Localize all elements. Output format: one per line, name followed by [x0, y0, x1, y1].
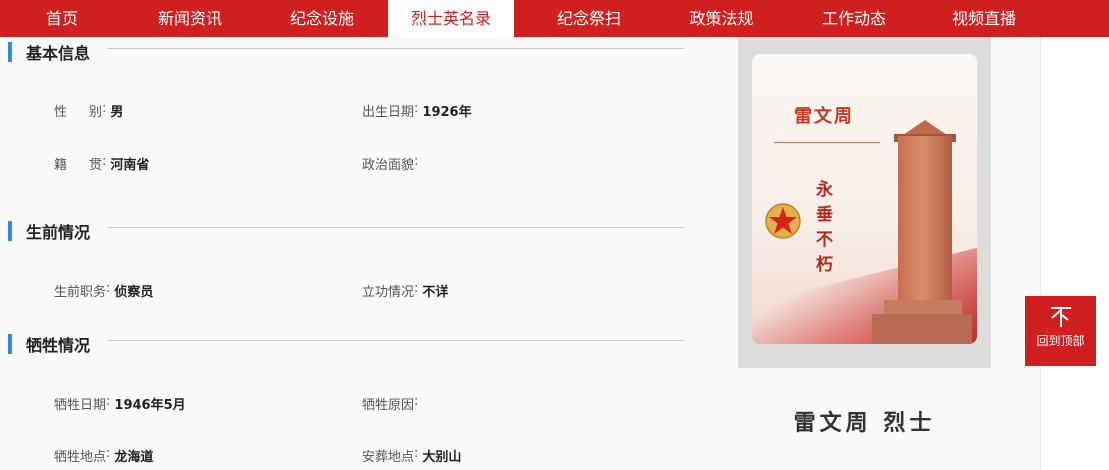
field-value: 1946年5月: [114, 398, 186, 413]
section-life-info: 生前情况: [8, 221, 91, 242]
nav-item-memorials[interactable]: 纪念设施: [256, 0, 388, 37]
nav-item-news[interactable]: 新闻资讯: [124, 0, 256, 37]
field-colon: :: [102, 154, 107, 169]
field-sacrifice-date: 牺牲日期: 1946年5月: [54, 394, 186, 413]
section-accent-bar: [8, 334, 12, 354]
field-sacrifice-cause: 牺牲原因:: [362, 394, 422, 413]
field-political-status: 政治面貌:: [362, 154, 422, 173]
section-basic-info: 基本信息: [8, 42, 91, 63]
nav-item-work[interactable]: 工作动态: [779, 0, 929, 37]
field-label: 牺牲地点: [54, 450, 107, 465]
section-accent-bar: [8, 42, 12, 62]
field-label: 政治面貌: [362, 158, 415, 173]
portrait-frame: 雷文周 永垂不朽: [738, 37, 991, 368]
section-sacrifice-info: 牺牲情况: [8, 334, 91, 355]
field-value: 男: [110, 105, 124, 120]
field-sacrifice-place: 牺牲地点: 龙海道: [54, 446, 153, 465]
field-label: 安葬地点: [362, 450, 415, 465]
field-label: 生前职务: [54, 285, 107, 300]
field-value: 侦察员: [114, 285, 154, 300]
nav-item-video[interactable]: 视频直播: [929, 0, 1039, 37]
nav-item-home[interactable]: 首页: [0, 0, 124, 37]
field-label: 牺牲日期: [54, 398, 107, 413]
top-navigation: 首页 新闻资讯 纪念设施 烈士英名录 纪念祭扫 政策法规 工作动态 视频直播: [0, 0, 1109, 37]
portrait-name: 雷文周: [794, 106, 854, 127]
field-value: 不详: [422, 285, 449, 300]
field-native-place: 籍贯: 河南省: [54, 154, 149, 173]
field-label: 立功情况: [362, 285, 415, 300]
martyr-title: 雷文周 烈士: [793, 411, 936, 436]
field-position: 生前职务: 侦察员: [54, 281, 153, 300]
section-divider: [107, 48, 684, 49]
nav-item-tribute[interactable]: 纪念祭扫: [514, 0, 664, 37]
field-colon: :: [414, 154, 419, 169]
field-merit: 立功情况: 不详: [362, 281, 448, 300]
field-colon: :: [106, 281, 111, 296]
monument-shaft: [898, 136, 952, 304]
field-burial-place: 安葬地点: 大别山: [362, 446, 461, 465]
martyr-portrait-image: 雷文周 永垂不朽: [752, 54, 977, 344]
page-right-margin: [1040, 37, 1109, 470]
field-label: 牺牲原因: [362, 398, 415, 413]
field-label: 出生日期: [362, 105, 415, 120]
field-colon: :: [414, 446, 419, 461]
monument-base: [872, 314, 972, 344]
section-title: 牺牲情况: [26, 336, 91, 355]
field-colon: :: [102, 101, 107, 116]
field-gender: 性别: 男: [54, 101, 123, 120]
field-colon: :: [106, 446, 111, 461]
section-title: 生前情况: [26, 223, 91, 242]
nav-item-martyrs[interactable]: 烈士英名录: [388, 0, 514, 37]
field-colon: :: [414, 101, 419, 116]
section-accent-bar: [8, 221, 12, 241]
section-divider: [107, 340, 684, 341]
field-colon: :: [414, 394, 419, 409]
nav-item-policy[interactable]: 政策法规: [664, 0, 779, 37]
field-value: 龙海道: [114, 450, 154, 465]
field-birth-date: 出生日期: 1926年: [362, 101, 472, 120]
field-colon: :: [414, 281, 419, 296]
portrait-divider: [774, 142, 880, 143]
star-emblem-icon: [765, 203, 801, 239]
section-title: 基本信息: [26, 44, 91, 63]
field-value: 1926年: [422, 105, 472, 120]
section-divider: [107, 227, 684, 228]
arrow-up-icon: [1050, 307, 1071, 327]
back-to-top-button[interactable]: 回到顶部: [1025, 296, 1096, 366]
portrait-motto: 永垂不朽: [816, 180, 833, 275]
field-value: 大别山: [422, 450, 462, 465]
field-colon: :: [106, 394, 111, 409]
back-to-top-label: 回到顶部: [1036, 334, 1085, 348]
field-value: 河南省: [110, 158, 150, 173]
